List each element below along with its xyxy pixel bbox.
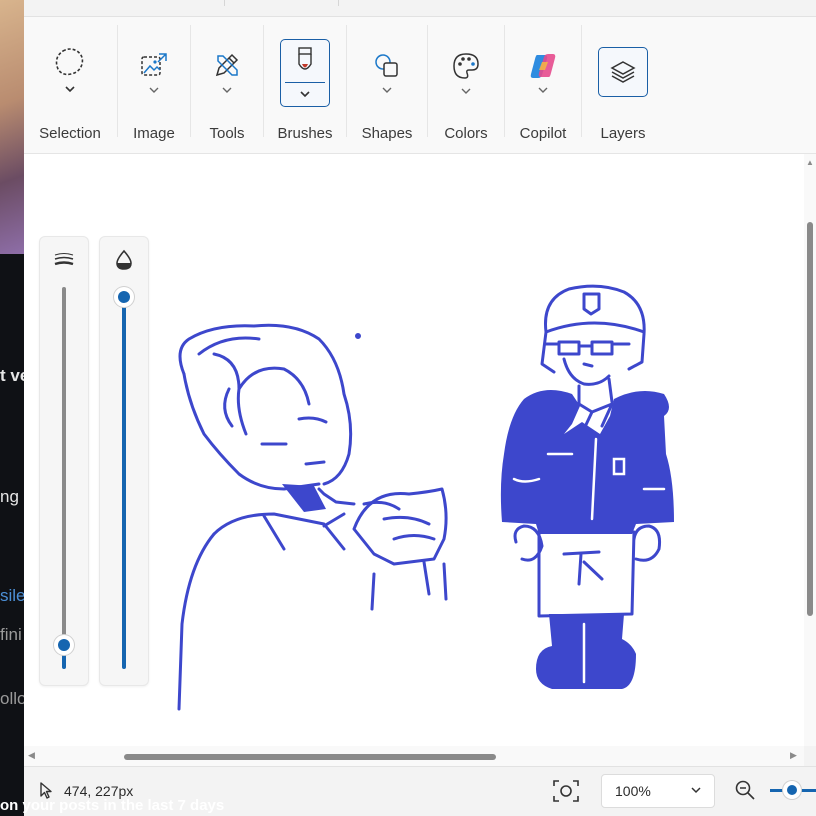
fit-to-window-icon[interactable]: [552, 779, 580, 803]
officer-helmet-band: [544, 321, 646, 334]
stray-dot: [355, 333, 361, 339]
man-eye: [260, 416, 328, 446]
brushes-group[interactable]: Brushes: [264, 17, 346, 153]
vertical-scrollbar[interactable]: ▲: [804, 154, 816, 746]
zoom-slider-knob[interactable]: [783, 781, 801, 799]
brushes-button[interactable]: [280, 39, 330, 107]
man-collar: [212, 512, 346, 551]
brush-size-icon: [54, 253, 74, 266]
background-bottom-text: on your posts in the last 7 days: [0, 797, 225, 814]
brush-icon: [298, 47, 312, 70]
chevron-down-icon: [300, 91, 310, 98]
title-strip: [24, 0, 816, 17]
chevron-down-icon: [382, 87, 392, 93]
background-thumbnail-image: [0, 0, 24, 254]
chevron-down-icon: [461, 88, 471, 94]
vertical-scroll-thumb[interactable]: [807, 222, 813, 616]
layers-icon: [610, 61, 636, 83]
colors-group[interactable]: Colors: [428, 17, 504, 153]
layers-group[interactable]: Layers: [582, 17, 664, 153]
chevron-down-icon: [65, 86, 75, 93]
copilot-label: Copilot: [519, 125, 567, 142]
paint-window: Selection Image Tools Brushes Shapes Col…: [24, 0, 816, 816]
image-resize-icon: [141, 53, 167, 76]
officer-jacket: [500, 390, 674, 534]
officer-helmet-badge: [582, 292, 601, 316]
background-link-text[interactable]: sile: [0, 586, 24, 606]
shapes-icon: [375, 54, 398, 77]
man-ear: [223, 387, 234, 428]
copilot-icon: [530, 54, 556, 78]
brushes-label: Brushes: [277, 125, 333, 142]
selection-group[interactable]: Selection: [30, 17, 110, 153]
man-hair: [182, 372, 321, 491]
chevron-down-icon: [222, 87, 232, 93]
officer-hand-right: [632, 524, 661, 562]
chevron-down-icon: [538, 87, 548, 93]
layers-button[interactable]: [598, 47, 648, 97]
strip-divider: [338, 0, 339, 6]
opacity-track[interactable]: [122, 297, 126, 669]
horizontal-scroll-thumb[interactable]: [124, 754, 496, 760]
chevron-down-icon: [691, 787, 701, 794]
shapes-label: Shapes: [361, 125, 413, 142]
officer-sign-board: [537, 530, 636, 618]
brush-size-slider-panel: [39, 236, 89, 686]
copilot-group[interactable]: Copilot: [505, 17, 581, 153]
scroll-left-icon[interactable]: ◀: [28, 750, 35, 761]
brush-size-fill: [62, 655, 66, 669]
ribbon-toolbar: Selection Image Tools Brushes Shapes Col…: [24, 17, 816, 154]
officer-face: [562, 357, 611, 386]
zoom-out-icon[interactable]: [734, 779, 756, 801]
scroll-right-icon[interactable]: ▶: [790, 750, 797, 761]
tools-label: Tools: [209, 125, 245, 142]
strip-divider: [224, 0, 225, 6]
brush-size-track[interactable]: [62, 287, 66, 663]
man-body-line: [370, 560, 448, 611]
opacity-slider-panel: [99, 236, 149, 686]
shapes-group[interactable]: Shapes: [347, 17, 427, 153]
colors-label: Colors: [444, 125, 488, 142]
chevron-down-icon: [149, 87, 159, 93]
background-text: ollo: [0, 689, 24, 708]
man-shoulder: [177, 532, 216, 711]
lasso-selection-icon: [55, 48, 84, 76]
pencil-eraser-tools-icon: [215, 53, 239, 77]
officer-legs: [536, 614, 636, 689]
brush-size-knob[interactable]: [54, 635, 74, 655]
zoom-level-dropdown[interactable]: 100%: [601, 774, 715, 808]
background-app-window: t ve ng l sile fini ollo: [0, 0, 24, 816]
image-label: Image: [133, 125, 175, 142]
man-hand: [317, 487, 356, 506]
man-mouth: [304, 460, 326, 466]
horizontal-scrollbar[interactable]: ◀ ▶: [24, 746, 804, 766]
background-text: ng l: [0, 487, 24, 506]
officer-sign-symbol: [562, 550, 604, 586]
selection-label: Selection: [39, 125, 101, 142]
tools-group[interactable]: Tools: [191, 17, 263, 153]
image-group[interactable]: Image: [118, 17, 190, 153]
scroll-up-icon[interactable]: ▲: [806, 158, 814, 167]
opacity-knob[interactable]: [114, 287, 134, 307]
bag-folds: [362, 500, 436, 541]
officer-glasses: [544, 340, 631, 356]
palette-icon: [453, 53, 479, 79]
brush-box-divider: [285, 82, 325, 83]
opacity-drop-icon: [116, 249, 132, 270]
background-text: fini: [0, 625, 22, 644]
bag-outline: [352, 487, 448, 566]
background-text: t ve: [0, 366, 24, 385]
man-hair-strands: [197, 336, 311, 436]
layers-label: Layers: [600, 125, 646, 142]
zoom-level-value: 100%: [615, 783, 651, 799]
drawing-canvas[interactable]: [24, 154, 804, 746]
